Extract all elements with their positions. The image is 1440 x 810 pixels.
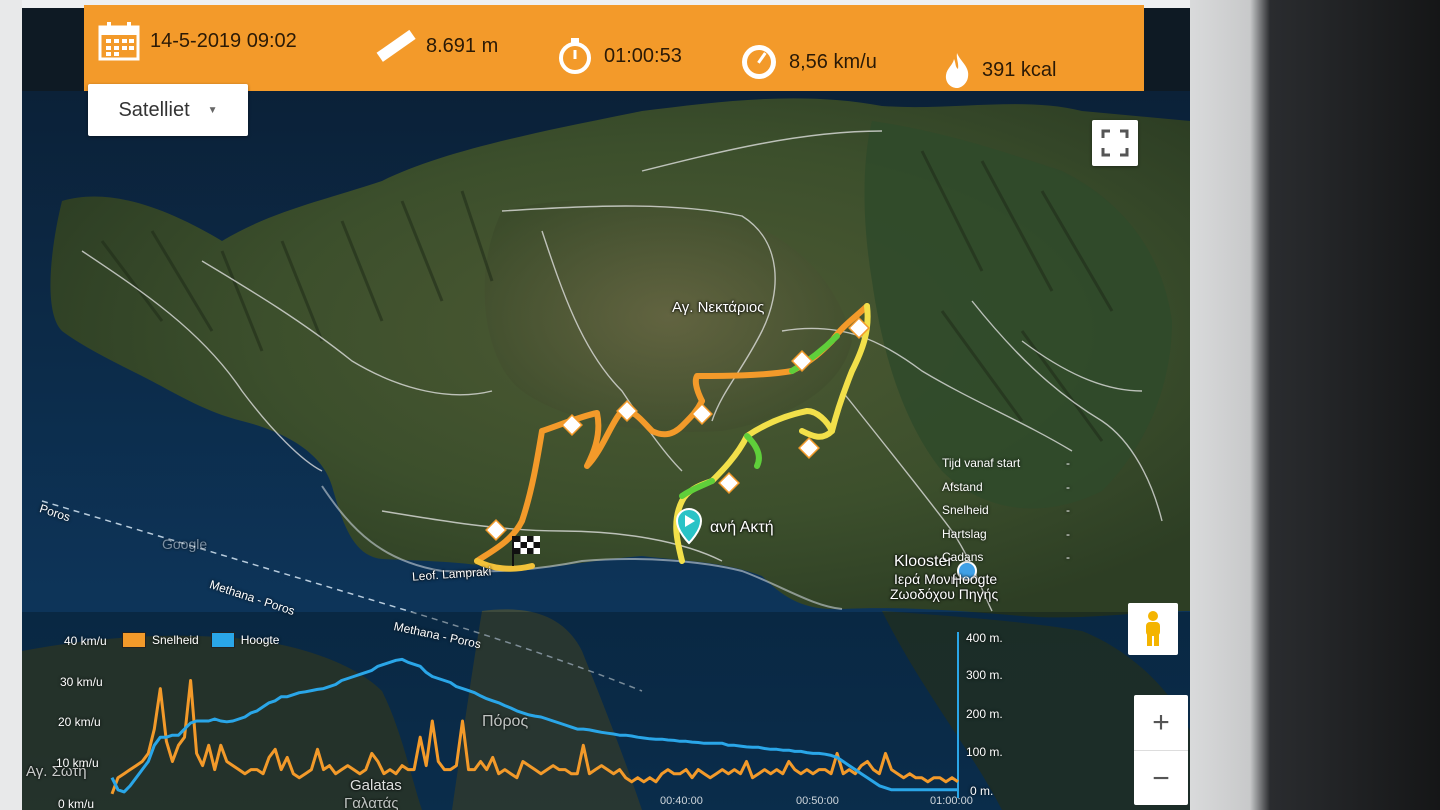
- place-label-klooster-gr1: Ιερά Μονή: [894, 571, 959, 587]
- stat-date: 14-5-2019 09:02: [98, 21, 297, 61]
- stat-date-value: 14-5-2019 09:02: [150, 29, 297, 52]
- map-type-label: Satelliet: [118, 98, 190, 121]
- device-bezel-right: [1190, 0, 1440, 810]
- info-row-heartrate: Hartslag -: [942, 526, 1070, 541]
- stat-duration-value: 01:00:53: [604, 44, 682, 67]
- info-row-distance: Afstand -: [942, 479, 1070, 494]
- y-left-tick-1: 30 km/u: [60, 675, 103, 689]
- pegman-icon: [1146, 611, 1160, 646]
- stat-speed-value: 8,56 km/u: [789, 50, 877, 73]
- y-right-tick-3: 100 m.: [966, 745, 1003, 759]
- y-left-tick-4: 0 km/u: [58, 797, 95, 810]
- place-label-nektarios: Αγ. Νεκτάριος: [672, 299, 765, 316]
- place-label-hoogte: Hoogte: [952, 571, 998, 587]
- info-row-cadence: Cadans -: [942, 550, 1070, 564]
- y-left-tick-0: 40 km/u: [64, 634, 107, 648]
- place-label-klooster-gr2: Ζωοδόχου Πηγής: [890, 586, 999, 602]
- stat-speed: 8,56 km/u: [739, 43, 877, 81]
- x-tick-0: 00:40:00: [660, 795, 703, 807]
- map-type-dropdown[interactable]: Satelliet ▼: [88, 84, 248, 136]
- fullscreen-button[interactable]: [1092, 120, 1138, 166]
- stat-calories: 391 kcal: [942, 51, 1057, 89]
- info-row-time: Tijd vanaf start -: [942, 456, 1070, 470]
- info-row-speed: Snelheid -: [942, 503, 1070, 517]
- y-left-tick-2: 20 km/u: [58, 715, 101, 729]
- stat-calories-value: 391 kcal: [982, 58, 1057, 81]
- zoom-out-button[interactable]: −: [1134, 751, 1188, 806]
- y-left-tick-3: 10 km/u: [56, 756, 99, 770]
- stat-duration: 01:00:53: [556, 37, 682, 75]
- stat-distance-value: 8.691 m: [426, 34, 499, 57]
- legend-label-speed: Snelheid: [152, 633, 199, 647]
- calendar-icon: [98, 22, 140, 61]
- stopwatch-icon: [559, 38, 591, 74]
- y-right-tick-2: 200 m.: [966, 707, 1003, 721]
- legend-swatch-altitude: [210, 632, 235, 648]
- speedometer-icon: [742, 45, 776, 79]
- caret-down-icon: ▼: [207, 104, 218, 116]
- hover-info-panel: Tijd vanaf start - Afstand - Snelheid - Har…: [942, 452, 1070, 570]
- x-tick-1: 00:50:00: [796, 795, 839, 807]
- google-watermark: Google: [162, 536, 208, 552]
- place-label-akti: ανή Ακτή: [710, 519, 774, 536]
- stat-distance: 8.691 m: [374, 27, 498, 65]
- street-view-pegman-button[interactable]: [1128, 603, 1178, 655]
- ruler-icon: [376, 29, 416, 62]
- zoom-control: + −: [1134, 695, 1188, 805]
- zoom-in-button[interactable]: +: [1134, 695, 1188, 751]
- y-right-tick-0: 400 m.: [966, 631, 1003, 645]
- legend-label-altitude: Hoogte: [240, 633, 280, 647]
- legend-swatch-speed: [122, 632, 146, 648]
- device-bezel-left: [0, 0, 22, 810]
- chart-legend: Snelheid Hoogte: [122, 632, 279, 648]
- y-right-tick-1: 300 m.: [966, 668, 1003, 682]
- fullscreen-icon: [1101, 129, 1129, 157]
- flame-icon: [945, 53, 969, 88]
- y-right-tick-4: 0 m.: [970, 784, 994, 798]
- stats-header-bar: 14-5-2019 09:02 8.691 m 01:00:53 8,56 km…: [84, 5, 1144, 91]
- x-tick-2: 01:00:00: [930, 795, 973, 807]
- speed-series-line: [110, 679, 959, 795]
